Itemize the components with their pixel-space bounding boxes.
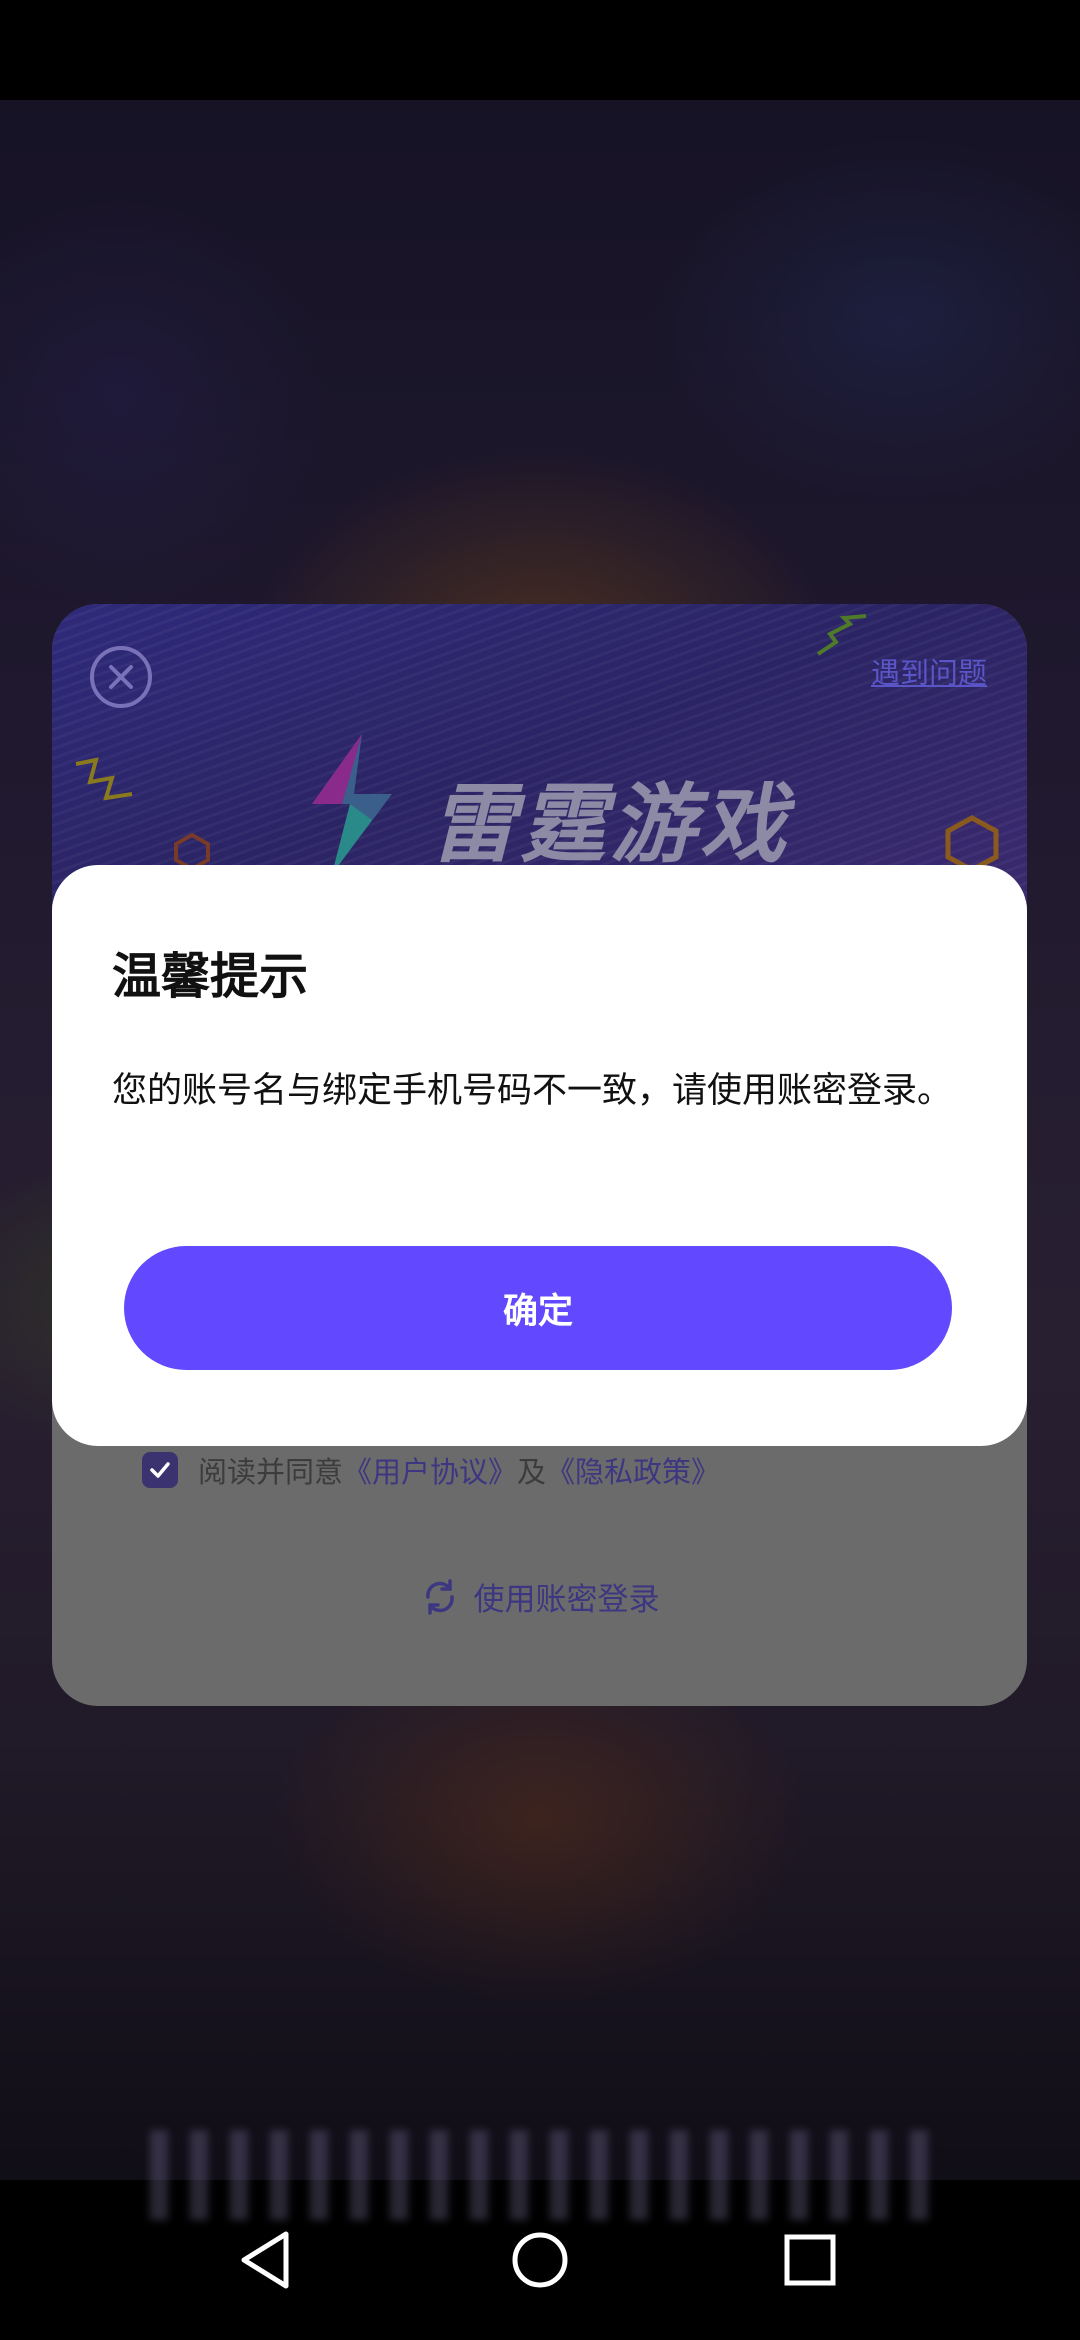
recent-apps-icon[interactable] [770, 2220, 850, 2300]
brand-logo-text: 雷霆游戏 [430, 775, 790, 875]
refresh-icon [425, 1578, 454, 1615]
switch-login-label: 使用账密登录 [473, 1582, 660, 1618]
zigzag-decoration-icon [75, 757, 133, 801]
dialog-message: 您的账号名与绑定手机号码不一致，请使用账密登录。 [112, 1071, 953, 1111]
login-header: 遇到问题 雷霆游戏 [52, 604, 1027, 904]
thunder-logo-icon [312, 734, 392, 874]
switch-login-button[interactable]: 使用账密登录 [52, 1574, 1027, 1619]
user-agreement-link[interactable]: 《用户协议》 [343, 1449, 517, 1491]
home-icon[interactable] [500, 2220, 580, 2300]
checkbox-checked-icon[interactable] [142, 1452, 178, 1488]
warm-tip-dialog: 温馨提示 您的账号名与绑定手机号码不一致，请使用账密登录。 确定 [52, 865, 1027, 1446]
help-link[interactable]: 遇到问题 [871, 650, 987, 692]
back-icon[interactable] [228, 2220, 308, 2300]
zigzag-decoration-icon [816, 614, 867, 656]
agreement-row: 阅读并同意 《用户协议》 及 《隐私政策》 [142, 1449, 720, 1491]
agreement-and: 及 [517, 1455, 547, 1489]
agreement-prefix: 阅读并同意 [198, 1455, 344, 1489]
privacy-policy-link[interactable]: 《隐私政策》 [546, 1449, 720, 1491]
dialog-title: 温馨提示 [112, 948, 309, 1005]
system-nav-bar [0, 2180, 1080, 2340]
confirm-button[interactable]: 确定 [124, 1246, 952, 1370]
status-bar [0, 0, 1080, 100]
screen: 遇到问题 雷霆游戏 阅读并同意 《用户协议》 及 《隐私政策》 使用账密登录 温… [0, 0, 1080, 2340]
close-icon[interactable] [90, 646, 152, 708]
